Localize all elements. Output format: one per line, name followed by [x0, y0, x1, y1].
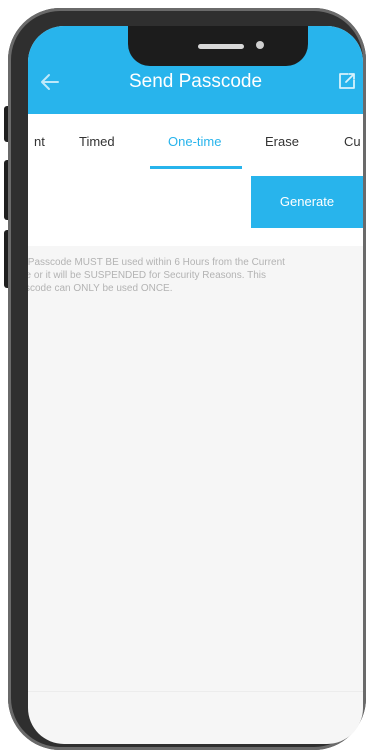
notice-line: ne or it will be SUSPENDED for Security …: [28, 270, 267, 281]
stage: Send Passcode nt Timed One-time Erase Cu: [0, 0, 373, 750]
phone-screen: Send Passcode nt Timed One-time Erase Cu: [28, 26, 363, 744]
tab-custom[interactable]: Cu: [344, 134, 361, 150]
camera-icon: [256, 41, 264, 49]
speaker-icon: [198, 44, 244, 49]
tab-permanent[interactable]: nt: [34, 134, 45, 150]
phone-frame: Send Passcode nt Timed One-time Erase Cu: [8, 8, 366, 750]
tab-timed[interactable]: Timed: [79, 134, 115, 150]
active-tab-indicator: [150, 166, 242, 169]
tab-one-time[interactable]: One-time: [168, 134, 221, 150]
passcode-form: Generate: [28, 176, 363, 246]
passcode-input[interactable]: [28, 176, 250, 228]
tab-erase[interactable]: Erase: [265, 134, 299, 150]
notice-line: s Passcode MUST BE used within 6 Hours f…: [28, 257, 285, 268]
divider: [28, 691, 363, 692]
notch: [128, 26, 308, 66]
generate-button[interactable]: Generate: [251, 176, 363, 228]
passcode-notice: s Passcode MUST BE used within 6 Hours f…: [28, 256, 358, 295]
notice-line: sscode can ONLY be used ONCE.: [28, 283, 173, 294]
share-icon-glyph: [339, 73, 355, 89]
page-title: Send Passcode: [128, 71, 263, 92]
share-icon[interactable]: [337, 71, 357, 91]
tab-bar: nt Timed One-time Erase Cu: [28, 114, 363, 176]
